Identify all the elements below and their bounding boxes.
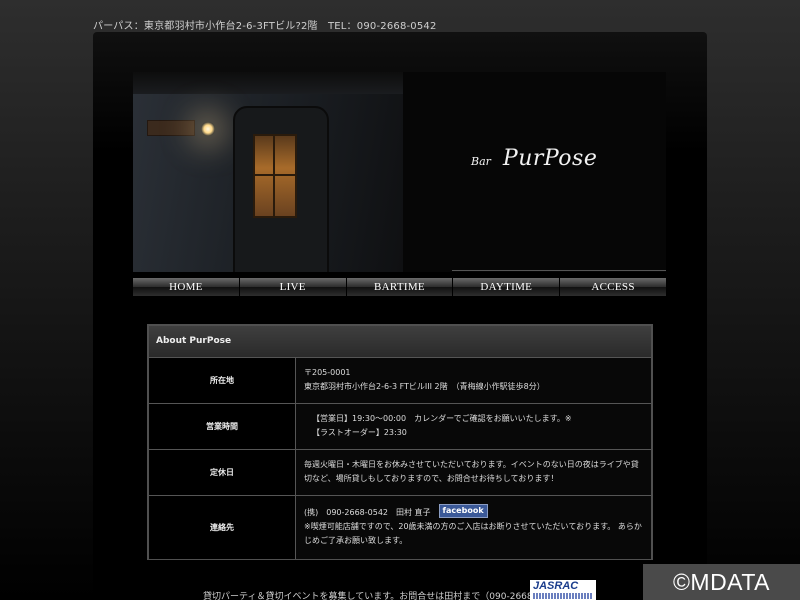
hours-last-order: 【ラストオーダー】23:30 — [312, 428, 407, 437]
nav-daytime[interactable]: DAYTIME — [453, 278, 561, 296]
row-address-label: 所在地 — [149, 358, 296, 403]
photo-beam — [133, 72, 403, 94]
row-hours-label: 営業時間 — [149, 404, 296, 449]
logo-prefix: Bar — [471, 155, 491, 168]
main-nav: HOME LIVE BARTIME DAYTIME ACCESS — [133, 278, 666, 296]
photo-lamp — [201, 122, 215, 136]
photo-door-window — [253, 134, 297, 218]
row-closed-value: 毎週火曜日・木曜日をお休みさせていただいております。イベントのない日の夜はライブ… — [296, 450, 651, 495]
facebook-link[interactable]: facebook — [438, 504, 488, 518]
nav-home[interactable]: HOME — [133, 278, 240, 296]
site-logo[interactable]: Bar PurPose — [471, 146, 597, 171]
contact-phone-line: (携) 090-2668-0542 田村 直子 facebook — [304, 504, 643, 520]
closed-line-2: 切など、場所貸しもしておりますので、お問合せお待ちしております！ — [304, 474, 559, 483]
hours-open: 【営業日】19:30〜00:00 カレンダーでご確認をお願いいたします。※ — [312, 414, 572, 423]
watermark: ©MDATA — [643, 564, 800, 600]
about-table: About PurPose 所在地 〒205-0001 東京都羽村市小作台2-6… — [147, 324, 653, 560]
address-postal: 〒205-0001 — [304, 368, 351, 377]
row-contact-value: (携) 090-2668-0542 田村 直子 facebook ※喫煙可能店舗で… — [296, 496, 651, 559]
hero-divider — [452, 270, 666, 271]
logo-name: PurPose — [502, 146, 598, 171]
contact-phone: (携) 090-2668-0542 田村 直子 — [304, 508, 431, 517]
jasrac-mark: JASRAC — [533, 580, 579, 592]
address-street: 東京都羽村市小作台2-6-3 FTビルIII 2階 （青梅線小作駅徒歩8分） — [304, 382, 545, 391]
jasrac-logo[interactable]: JASRAC — [530, 580, 596, 600]
header-address: パーパス：東京都羽村市小作台2-6-3FTビル?2階 TEL：090-2668-… — [93, 21, 437, 32]
footer-text: 貸切パーティ＆貸切イベントを募集しています。お問合せは田村まで（090-2668… — [203, 592, 568, 600]
nav-live[interactable]: LIVE — [239, 278, 347, 296]
row-hours-value: 【営業日】19:30〜00:00 カレンダーでご確認をお願いいたします。※ 【ラ… — [296, 404, 651, 449]
row-closed: 定休日 毎週火曜日・木曜日をお休みさせていただいております。イベントのない日の夜… — [149, 450, 651, 496]
row-contact-label: 連絡先 — [149, 496, 296, 559]
about-heading: About PurPose — [149, 326, 651, 358]
jasrac-subtext-graphic — [533, 593, 593, 599]
row-address-value: 〒205-0001 東京都羽村市小作台2-6-3 FTビルIII 2階 （青梅線… — [296, 358, 651, 403]
row-closed-label: 定休日 — [149, 450, 296, 495]
photo-sign-plate — [147, 120, 195, 136]
nav-bartime[interactable]: BARTIME — [346, 278, 454, 296]
storefront-photo — [133, 72, 403, 272]
hero-banner: Bar PurPose — [133, 72, 666, 272]
row-hours: 営業時間 【営業日】19:30〜00:00 カレンダーでご確認をお願いいたします… — [149, 404, 651, 450]
row-address: 所在地 〒205-0001 東京都羽村市小作台2-6-3 FTビルIII 2階 … — [149, 358, 651, 404]
nav-access[interactable]: ACCESS — [560, 278, 666, 296]
contact-note-1: ※喫煙可能店舗ですので、20歳未満の方のご入店はお断りさせていただいております。… — [304, 522, 642, 531]
closed-line-1: 毎週火曜日・木曜日をお休みさせていただいております。イベントのない日の夜はライブ… — [304, 460, 639, 469]
row-contact: 連絡先 (携) 090-2668-0542 田村 直子 facebook ※喫煙可… — [149, 496, 651, 559]
contact-note-2: じめご了承お願い致します。 — [304, 536, 408, 545]
